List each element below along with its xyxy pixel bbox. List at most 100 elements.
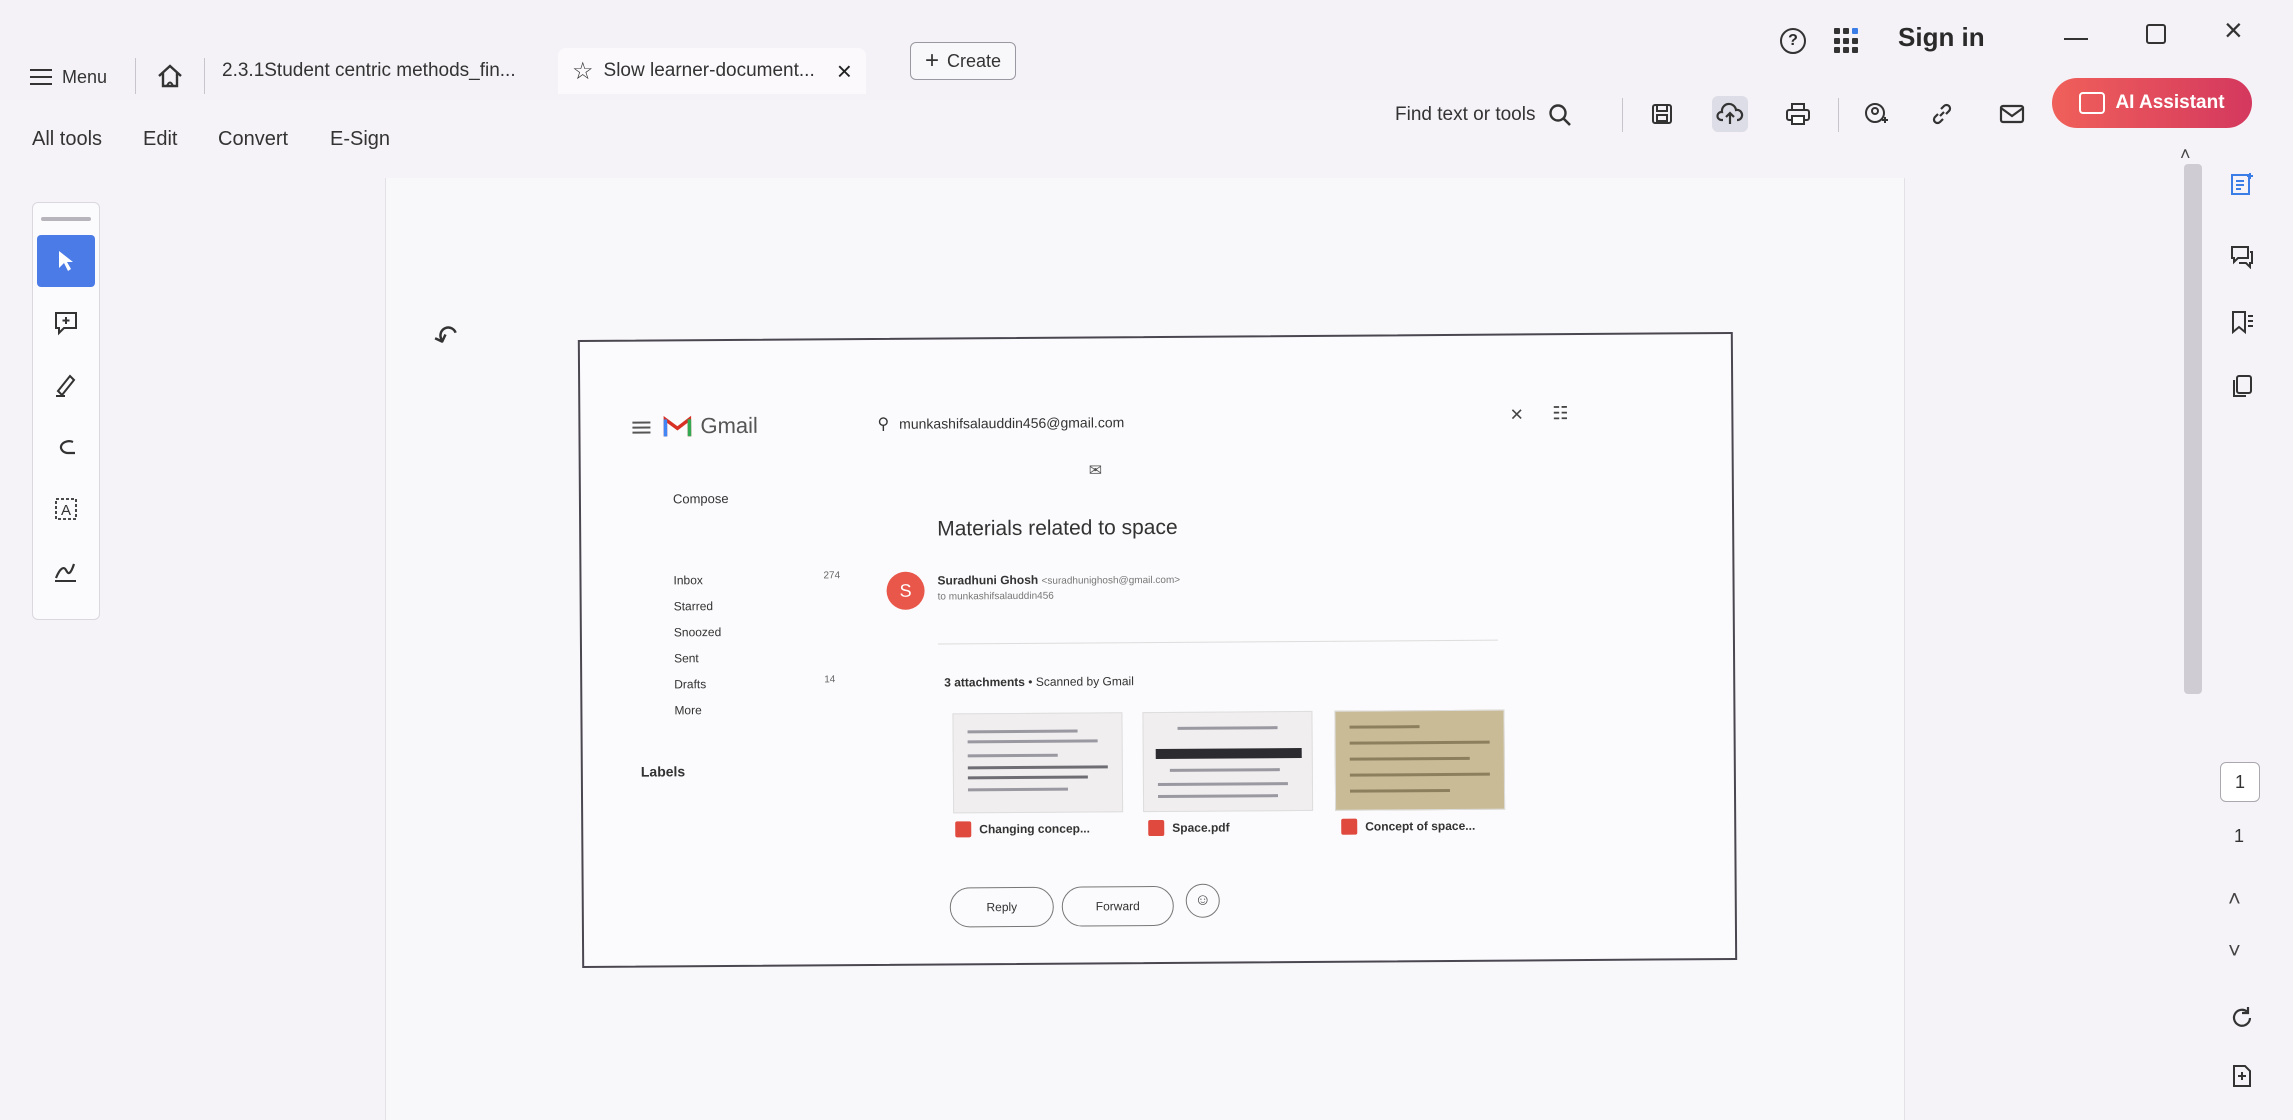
- gmail-compose: Compose: [672, 490, 729, 507]
- title-bar: Menu 2.3.1Student centric methods_fin...…: [0, 0, 2293, 100]
- pdf-page: Gmail ⚲ munkashifsalauddin456@gmail.com …: [577, 331, 1738, 969]
- save-icon[interactable]: [1644, 96, 1680, 132]
- pdf-icon: [1148, 819, 1165, 837]
- highlight-pen-icon[interactable]: [37, 359, 95, 411]
- search-icon: ⚲: [877, 415, 890, 433]
- attachment-thumbnail: [1142, 710, 1314, 813]
- menu-edit[interactable]: Edit: [143, 128, 177, 151]
- text-box-icon[interactable]: A: [37, 483, 95, 535]
- home-icon: [158, 64, 182, 88]
- scroll-up-icon[interactable]: ˄: [2180, 144, 2191, 165]
- email-icon[interactable]: [1994, 96, 2030, 132]
- sender-line: Suradhuni Ghosh <suradhunighosh@gmail.co…: [937, 572, 1180, 588]
- drag-handle[interactable]: [41, 217, 91, 221]
- tab-label: Slow learner-document...: [603, 60, 815, 81]
- gmail-nav-drafts: Drafts: [674, 677, 707, 692]
- attachments-note: • Scanned by Gmail: [1024, 674, 1134, 689]
- ai-assistant-label: AI Assistant: [2115, 92, 2225, 113]
- add-comment-icon[interactable]: [37, 297, 95, 349]
- bookmarks-icon[interactable]: [2222, 302, 2262, 342]
- close-icon: ×: [1510, 401, 1524, 427]
- select-tool-icon[interactable]: [37, 235, 95, 287]
- forward-button: Forward: [1061, 885, 1174, 927]
- close-tab-icon[interactable]: ×: [837, 56, 852, 87]
- minimize-icon[interactable]: [2064, 38, 2088, 40]
- menu-button[interactable]: Menu: [30, 60, 107, 94]
- quick-tools-rail: A: [32, 202, 100, 620]
- attachment-name: Changing concep...: [979, 821, 1090, 837]
- gmail-nav-count: 274: [823, 570, 841, 582]
- recipient-line: to munkashifsalauddin456: [937, 590, 1054, 603]
- attachment-file: Concept of space...: [1341, 818, 1475, 835]
- svg-text:A: A: [61, 502, 71, 519]
- maximize-icon[interactable]: [2146, 24, 2166, 44]
- tab-student-centric-methods[interactable]: 2.3.1Student centric methods_fin...: [208, 48, 530, 94]
- attachment-name: Space.pdf: [1172, 820, 1230, 835]
- attachment-thumbnail: [952, 712, 1124, 814]
- close-window-icon[interactable]: ×: [2224, 12, 2243, 49]
- tab-slow-learner-document[interactable]: ☆ Slow learner-document... ×: [558, 48, 866, 94]
- divider: [1838, 98, 1839, 132]
- hamburger-icon: [30, 69, 52, 85]
- divider: [1622, 98, 1623, 132]
- next-page-icon[interactable]: ˅: [2228, 938, 2241, 964]
- pages-icon[interactable]: [2222, 366, 2262, 406]
- mail-icon: ✉: [1088, 462, 1103, 480]
- attachments-header: 3 attachments • Scanned by Gmail: [944, 674, 1134, 689]
- vertical-scrollbar[interactable]: [2184, 164, 2202, 694]
- plus-icon: +: [925, 47, 940, 74]
- gmail-search: ⚲ munkashifsalauddin456@gmail.com: [877, 412, 1124, 434]
- comments-icon[interactable]: [2222, 236, 2262, 276]
- share-user-icon[interactable]: [1858, 96, 1894, 132]
- previous-page-icon[interactable]: ˄: [2228, 886, 2241, 912]
- menu-e-sign[interactable]: E-Sign: [330, 128, 390, 151]
- attachment-name: Concept of space...: [1365, 818, 1476, 834]
- find-text-or-tools[interactable]: Find text or tools: [1395, 100, 1573, 130]
- help-icon[interactable]: ?: [1780, 28, 1806, 54]
- reply-button: Reply: [949, 886, 1054, 928]
- ai-assistant-icon: [2079, 92, 2106, 114]
- emoji-icon: ☺: [1185, 883, 1220, 918]
- gmail-logo: Gmail: [662, 413, 758, 440]
- gmail-nav-snoozed: Snoozed: [673, 625, 722, 640]
- ai-assistant-button[interactable]: AI Assistant: [2052, 78, 2252, 128]
- home-button[interactable]: [150, 58, 190, 94]
- email-subject: Materials related to space: [937, 515, 1178, 541]
- create-label: Create: [947, 50, 1002, 71]
- attachment-file: Changing concep...: [955, 820, 1090, 838]
- gmail-nav-starred: Starred: [673, 599, 714, 614]
- sender-name: Suradhuni Ghosh: [937, 572, 1039, 588]
- find-label: Find text or tools: [1395, 104, 1536, 125]
- draw-freehand-icon[interactable]: [37, 421, 95, 473]
- zoom-page-icon[interactable]: [2222, 1056, 2262, 1096]
- edit-pdf-icon[interactable]: [2222, 164, 2262, 204]
- create-button[interactable]: + Create: [910, 42, 1017, 80]
- apps-grid-icon[interactable]: [1834, 28, 1860, 54]
- rotate-refresh-icon[interactable]: [2222, 998, 2262, 1038]
- link-icon[interactable]: [1924, 96, 1960, 132]
- sign-in-button[interactable]: Sign in: [1898, 22, 1985, 53]
- attachments-count: 3 attachments: [944, 674, 1025, 690]
- gmail-m-icon: [663, 415, 692, 437]
- menu-convert[interactable]: Convert: [218, 128, 288, 151]
- divider: [937, 639, 1498, 645]
- tab-label: 2.3.1Student centric methods_fin...: [222, 60, 516, 81]
- divider: [135, 58, 136, 94]
- gmail-nav-sent: Sent: [673, 651, 699, 666]
- sender-avatar: S: [886, 571, 925, 610]
- filter-icon: ☷: [1552, 403, 1569, 424]
- menu-all-tools[interactable]: All tools: [32, 128, 102, 151]
- gmail-nav-inbox: Inbox: [673, 573, 703, 588]
- attachment-file: Space.pdf: [1148, 819, 1230, 837]
- divider: [204, 58, 205, 94]
- signature-icon[interactable]: [37, 545, 95, 597]
- cloud-upload-icon[interactable]: [1712, 96, 1748, 132]
- gmail-nav-more: More: [674, 703, 702, 718]
- gmail-search-query: munkashifsalauddin456@gmail.com: [899, 414, 1125, 432]
- pdf-icon: [955, 821, 972, 838]
- print-icon[interactable]: [1780, 96, 1816, 132]
- current-page-input[interactable]: 1: [2220, 762, 2260, 802]
- star-icon[interactable]: ☆: [572, 57, 594, 86]
- gmail-brand: Gmail: [700, 412, 758, 439]
- total-pages: 1: [2234, 826, 2245, 846]
